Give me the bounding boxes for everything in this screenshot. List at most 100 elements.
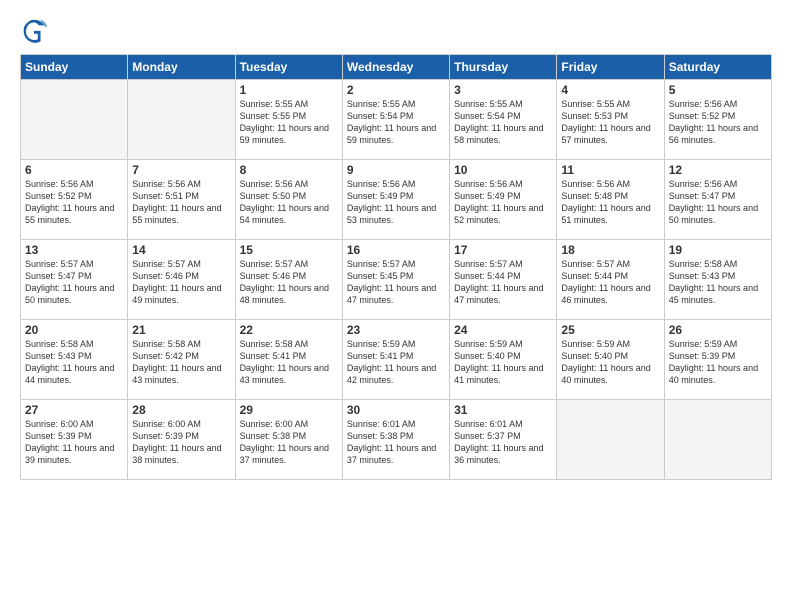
weekday-header-friday: Friday — [557, 55, 664, 80]
calendar-week-row: 13Sunrise: 5:57 AM Sunset: 5:47 PM Dayli… — [21, 240, 772, 320]
calendar-day-cell: 1Sunrise: 5:55 AM Sunset: 5:55 PM Daylig… — [235, 80, 342, 160]
day-info: Sunrise: 5:59 AM Sunset: 5:41 PM Dayligh… — [347, 338, 445, 387]
calendar-day-cell: 8Sunrise: 5:56 AM Sunset: 5:50 PM Daylig… — [235, 160, 342, 240]
day-info: Sunrise: 5:59 AM Sunset: 5:39 PM Dayligh… — [669, 338, 767, 387]
day-info: Sunrise: 5:56 AM Sunset: 5:50 PM Dayligh… — [240, 178, 338, 227]
day-number: 10 — [454, 163, 552, 177]
calendar-day-cell: 3Sunrise: 5:55 AM Sunset: 5:54 PM Daylig… — [450, 80, 557, 160]
day-info: Sunrise: 5:56 AM Sunset: 5:52 PM Dayligh… — [669, 98, 767, 147]
calendar-day-cell: 27Sunrise: 6:00 AM Sunset: 5:39 PM Dayli… — [21, 400, 128, 480]
calendar-week-row: 27Sunrise: 6:00 AM Sunset: 5:39 PM Dayli… — [21, 400, 772, 480]
day-info: Sunrise: 6:01 AM Sunset: 5:37 PM Dayligh… — [454, 418, 552, 467]
calendar-day-cell: 26Sunrise: 5:59 AM Sunset: 5:39 PM Dayli… — [664, 320, 771, 400]
calendar-day-cell: 5Sunrise: 5:56 AM Sunset: 5:52 PM Daylig… — [664, 80, 771, 160]
day-info: Sunrise: 5:57 AM Sunset: 5:44 PM Dayligh… — [561, 258, 659, 307]
day-number: 22 — [240, 323, 338, 337]
day-number: 8 — [240, 163, 338, 177]
day-number: 14 — [132, 243, 230, 257]
day-number: 29 — [240, 403, 338, 417]
day-info: Sunrise: 5:57 AM Sunset: 5:47 PM Dayligh… — [25, 258, 123, 307]
day-info: Sunrise: 5:58 AM Sunset: 5:43 PM Dayligh… — [25, 338, 123, 387]
day-info: Sunrise: 5:57 AM Sunset: 5:44 PM Dayligh… — [454, 258, 552, 307]
calendar-day-cell — [664, 400, 771, 480]
calendar-day-cell: 23Sunrise: 5:59 AM Sunset: 5:41 PM Dayli… — [342, 320, 449, 400]
calendar-day-cell — [21, 80, 128, 160]
calendar-day-cell: 2Sunrise: 5:55 AM Sunset: 5:54 PM Daylig… — [342, 80, 449, 160]
day-number: 21 — [132, 323, 230, 337]
calendar-day-cell — [128, 80, 235, 160]
day-info: Sunrise: 5:55 AM Sunset: 5:55 PM Dayligh… — [240, 98, 338, 147]
calendar-day-cell: 7Sunrise: 5:56 AM Sunset: 5:51 PM Daylig… — [128, 160, 235, 240]
day-number: 27 — [25, 403, 123, 417]
day-number: 1 — [240, 83, 338, 97]
day-info: Sunrise: 5:58 AM Sunset: 5:42 PM Dayligh… — [132, 338, 230, 387]
day-info: Sunrise: 5:56 AM Sunset: 5:49 PM Dayligh… — [454, 178, 552, 227]
day-info: Sunrise: 5:59 AM Sunset: 5:40 PM Dayligh… — [454, 338, 552, 387]
day-number: 17 — [454, 243, 552, 257]
calendar-day-cell: 15Sunrise: 5:57 AM Sunset: 5:46 PM Dayli… — [235, 240, 342, 320]
calendar-day-cell: 30Sunrise: 6:01 AM Sunset: 5:38 PM Dayli… — [342, 400, 449, 480]
calendar-week-row: 20Sunrise: 5:58 AM Sunset: 5:43 PM Dayli… — [21, 320, 772, 400]
weekday-header-row: SundayMondayTuesdayWednesdayThursdayFrid… — [21, 55, 772, 80]
day-info: Sunrise: 6:01 AM Sunset: 5:38 PM Dayligh… — [347, 418, 445, 467]
calendar-day-cell: 18Sunrise: 5:57 AM Sunset: 5:44 PM Dayli… — [557, 240, 664, 320]
day-number: 5 — [669, 83, 767, 97]
logo — [20, 16, 52, 44]
day-number: 6 — [25, 163, 123, 177]
day-number: 16 — [347, 243, 445, 257]
day-info: Sunrise: 5:59 AM Sunset: 5:40 PM Dayligh… — [561, 338, 659, 387]
calendar-day-cell: 25Sunrise: 5:59 AM Sunset: 5:40 PM Dayli… — [557, 320, 664, 400]
day-info: Sunrise: 5:56 AM Sunset: 5:47 PM Dayligh… — [669, 178, 767, 227]
logo-icon — [20, 16, 48, 44]
calendar-day-cell: 19Sunrise: 5:58 AM Sunset: 5:43 PM Dayli… — [664, 240, 771, 320]
day-number: 11 — [561, 163, 659, 177]
day-number: 3 — [454, 83, 552, 97]
day-number: 20 — [25, 323, 123, 337]
day-info: Sunrise: 5:55 AM Sunset: 5:54 PM Dayligh… — [347, 98, 445, 147]
weekday-header-wednesday: Wednesday — [342, 55, 449, 80]
day-number: 30 — [347, 403, 445, 417]
day-info: Sunrise: 6:00 AM Sunset: 5:38 PM Dayligh… — [240, 418, 338, 467]
weekday-header-monday: Monday — [128, 55, 235, 80]
calendar-day-cell: 14Sunrise: 5:57 AM Sunset: 5:46 PM Dayli… — [128, 240, 235, 320]
day-info: Sunrise: 5:56 AM Sunset: 5:49 PM Dayligh… — [347, 178, 445, 227]
day-info: Sunrise: 5:58 AM Sunset: 5:41 PM Dayligh… — [240, 338, 338, 387]
weekday-header-saturday: Saturday — [664, 55, 771, 80]
day-number: 12 — [669, 163, 767, 177]
header — [20, 16, 772, 44]
calendar-day-cell: 13Sunrise: 5:57 AM Sunset: 5:47 PM Dayli… — [21, 240, 128, 320]
day-number: 19 — [669, 243, 767, 257]
day-number: 24 — [454, 323, 552, 337]
day-info: Sunrise: 5:55 AM Sunset: 5:54 PM Dayligh… — [454, 98, 552, 147]
calendar-day-cell: 21Sunrise: 5:58 AM Sunset: 5:42 PM Dayli… — [128, 320, 235, 400]
day-number: 28 — [132, 403, 230, 417]
day-info: Sunrise: 5:57 AM Sunset: 5:46 PM Dayligh… — [240, 258, 338, 307]
day-info: Sunrise: 5:56 AM Sunset: 5:52 PM Dayligh… — [25, 178, 123, 227]
weekday-header-tuesday: Tuesday — [235, 55, 342, 80]
day-info: Sunrise: 5:55 AM Sunset: 5:53 PM Dayligh… — [561, 98, 659, 147]
day-info: Sunrise: 5:56 AM Sunset: 5:48 PM Dayligh… — [561, 178, 659, 227]
day-number: 18 — [561, 243, 659, 257]
calendar-day-cell: 29Sunrise: 6:00 AM Sunset: 5:38 PM Dayli… — [235, 400, 342, 480]
calendar-day-cell: 20Sunrise: 5:58 AM Sunset: 5:43 PM Dayli… — [21, 320, 128, 400]
calendar-week-row: 1Sunrise: 5:55 AM Sunset: 5:55 PM Daylig… — [21, 80, 772, 160]
calendar-day-cell — [557, 400, 664, 480]
calendar-day-cell: 11Sunrise: 5:56 AM Sunset: 5:48 PM Dayli… — [557, 160, 664, 240]
weekday-header-thursday: Thursday — [450, 55, 557, 80]
day-number: 23 — [347, 323, 445, 337]
day-number: 7 — [132, 163, 230, 177]
calendar-day-cell: 4Sunrise: 5:55 AM Sunset: 5:53 PM Daylig… — [557, 80, 664, 160]
weekday-header-sunday: Sunday — [21, 55, 128, 80]
calendar-day-cell: 24Sunrise: 5:59 AM Sunset: 5:40 PM Dayli… — [450, 320, 557, 400]
day-number: 4 — [561, 83, 659, 97]
calendar-day-cell: 22Sunrise: 5:58 AM Sunset: 5:41 PM Dayli… — [235, 320, 342, 400]
page-container: SundayMondayTuesdayWednesdayThursdayFrid… — [0, 0, 792, 612]
calendar-day-cell: 6Sunrise: 5:56 AM Sunset: 5:52 PM Daylig… — [21, 160, 128, 240]
day-info: Sunrise: 5:57 AM Sunset: 5:46 PM Dayligh… — [132, 258, 230, 307]
day-info: Sunrise: 5:57 AM Sunset: 5:45 PM Dayligh… — [347, 258, 445, 307]
day-number: 2 — [347, 83, 445, 97]
day-info: Sunrise: 5:56 AM Sunset: 5:51 PM Dayligh… — [132, 178, 230, 227]
day-info: Sunrise: 6:00 AM Sunset: 5:39 PM Dayligh… — [25, 418, 123, 467]
calendar-day-cell: 9Sunrise: 5:56 AM Sunset: 5:49 PM Daylig… — [342, 160, 449, 240]
calendar-table: SundayMondayTuesdayWednesdayThursdayFrid… — [20, 54, 772, 480]
